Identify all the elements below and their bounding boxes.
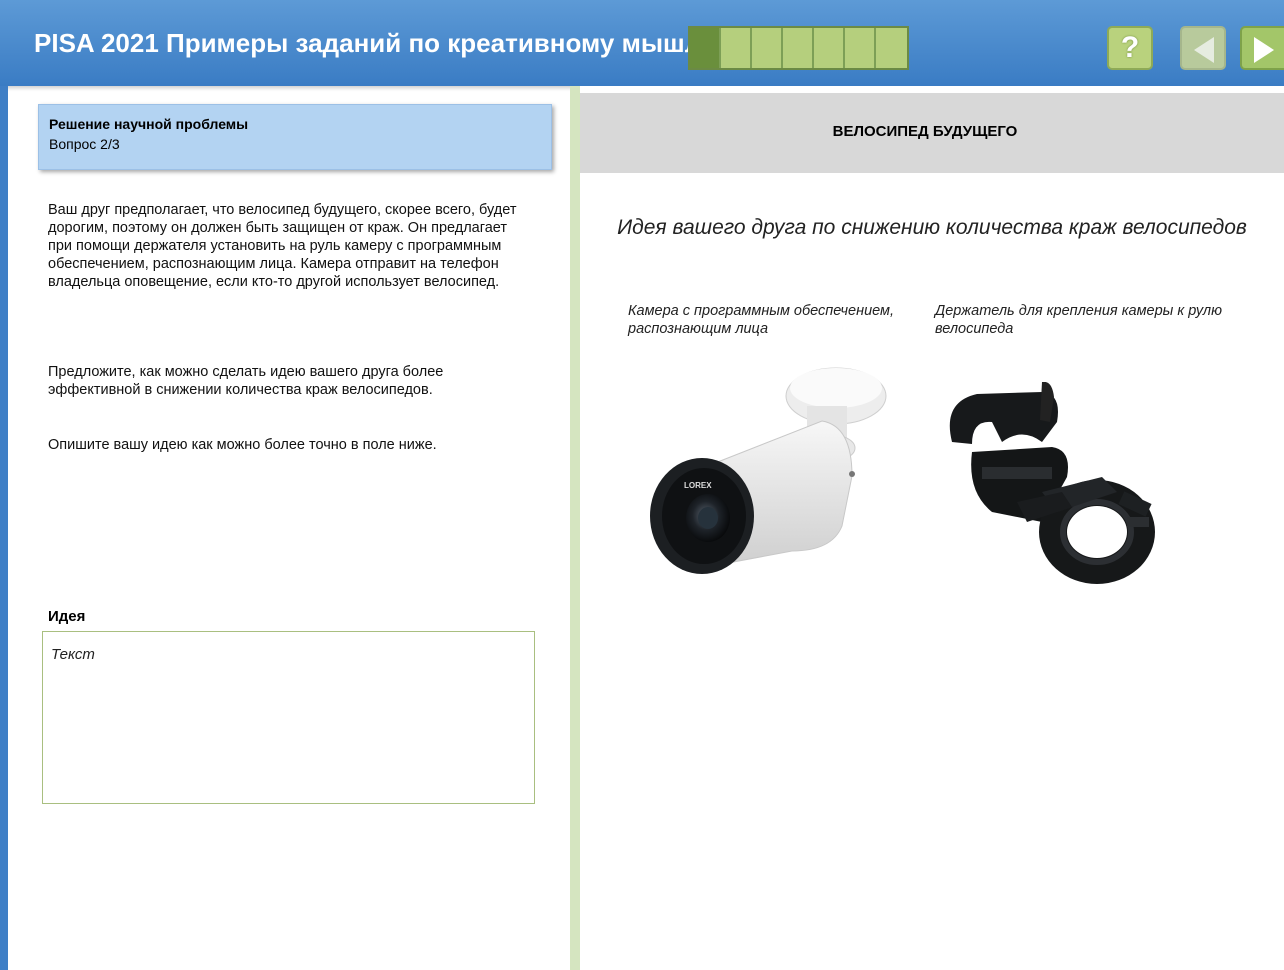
question-icon: ? (1120, 31, 1140, 64)
idea-text-input[interactable] (43, 632, 534, 803)
question-instruction: Опишите вашу идею как можно более точно … (48, 437, 437, 453)
question-text: Ваш друг предполагает, что велосипед буд… (48, 202, 517, 290)
camera-holder-image (949, 382, 1155, 584)
progress-bar (688, 26, 909, 70)
camera-brand-logo: LOREX (684, 481, 712, 490)
idea-answer-box[interactable] (42, 631, 535, 804)
progress-segment (845, 28, 876, 68)
stimulus-subtitle: Идея вашего друга по снижению количества… (617, 216, 1247, 239)
progress-segment (783, 28, 814, 68)
question-panel: Решение научной проблемы Вопрос 2/3 Ваш … (8, 86, 570, 970)
progress-segment (814, 28, 845, 68)
app-header: PISA 2021 Примеры заданий по креативному… (0, 0, 1284, 86)
unit-header: Решение научной проблемы Вопрос 2/3 (38, 104, 552, 170)
panel-divider (570, 86, 580, 970)
unit-title: Решение научной проблемы (49, 116, 249, 132)
camera-caption: Камера с программным обеспечением, распо… (628, 303, 895, 337)
stimulus-header: ВЕЛОСИПЕД БУДУЩЕГО (580, 93, 1284, 173)
progress-segment (752, 28, 783, 68)
stimulus-panel: ВЕЛОСИПЕД БУДУЩЕГО Идея вашего друга по … (580, 86, 1284, 970)
previous-button[interactable] (1180, 26, 1226, 70)
idea-label: Идея (48, 608, 86, 625)
app-title: PISA 2021 Примеры заданий по креативному… (34, 28, 770, 58)
next-button[interactable] (1240, 26, 1284, 70)
left-border (0, 86, 8, 970)
holder-caption: Держатель для крепления камеры к рулю ве… (935, 303, 1222, 337)
progress-segment (721, 28, 752, 68)
progress-segment (876, 28, 907, 68)
progress-segment (690, 28, 721, 68)
arrow-right-icon (1254, 37, 1274, 63)
arrow-left-icon (1194, 37, 1214, 63)
question-number: Вопрос 2/3 (49, 136, 120, 152)
question-prompt: Предложите, как можно сделать идею вашег… (48, 364, 444, 398)
stimulus-title: ВЕЛОСИПЕД БУДУЩЕГО (832, 123, 1018, 140)
security-camera-image: LOREX (650, 367, 887, 574)
help-button[interactable]: ? (1107, 26, 1153, 70)
